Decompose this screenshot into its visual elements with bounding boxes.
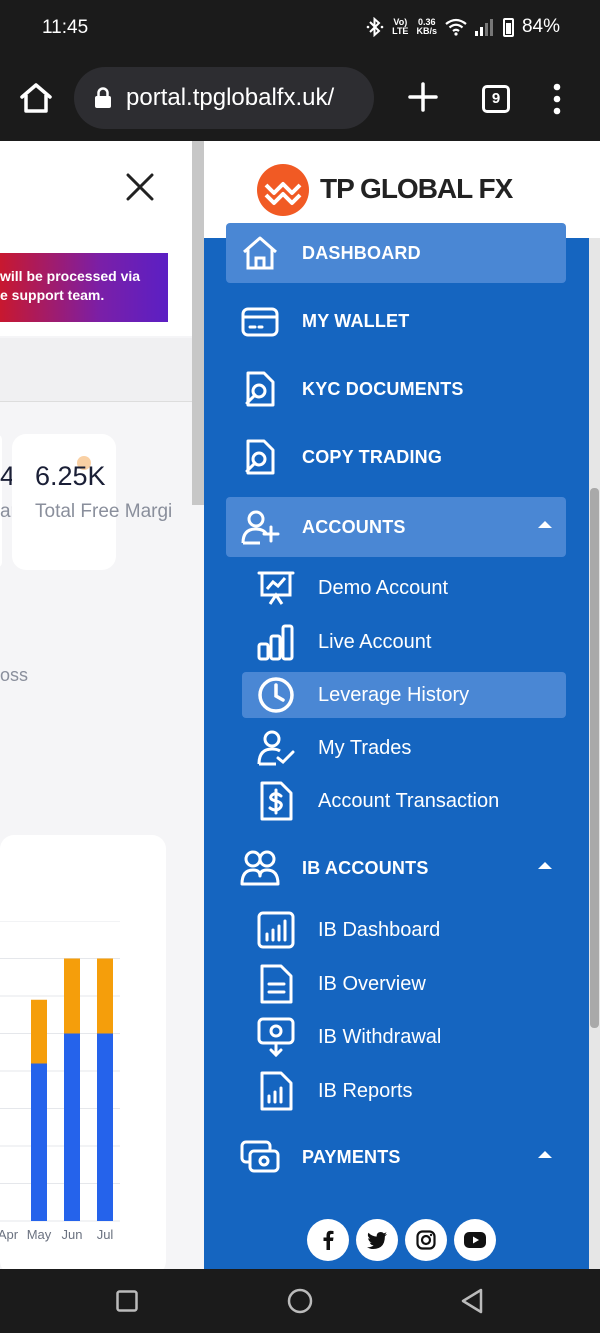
wallet-icon [241,307,279,337]
loss-label: oss [0,665,29,685]
address-bar[interactable]: portal.tpglobalfx.uk/ [74,67,374,129]
tab-switcher-button[interactable]: 9 [482,85,510,113]
sub-ib-overview[interactable]: IB Overview [242,961,566,1007]
nav-kyc-documents[interactable]: KYC DOCUMENTS [226,359,566,419]
twitter-icon[interactable] [356,1219,398,1261]
chevron-up-icon [538,862,552,869]
logo-icon [257,164,309,216]
facebook-icon[interactable] [307,1219,349,1261]
report-icon [260,1071,293,1111]
document-search-icon [245,439,275,475]
bar-chart-icon [257,624,294,661]
close-icon[interactable] [124,171,156,203]
document-search-icon [245,371,275,407]
chart-bar-jul-1 [97,958,113,1034]
user-check-icon [257,730,295,766]
status-bar: 11:45 Vo) LTE 0.36 KB/s 84% [0,0,600,56]
nav-payments[interactable]: PAYMENTS [226,1127,566,1187]
withdraw-icon [257,1017,295,1057]
chart-tick-label: Apr [0,1227,19,1242]
scrollbar-thumb[interactable] [590,488,599,1028]
modal-panel: will be processed via e support team. [0,141,192,336]
home-nav-icon[interactable] [287,1288,313,1314]
wifi-icon [445,18,467,36]
nav-ib-accounts[interactable]: IB ACCOUNTS [226,838,566,898]
chevron-up-icon [538,521,552,528]
bar-chart: Apr May Jun Jul [0,921,120,1242]
youtube-icon[interactable] [454,1219,496,1261]
url-text: portal.tpglobalfx.uk/ [126,84,335,111]
volte-indicator: Vo) LTE [392,17,409,36]
sub-account-transaction[interactable]: Account Transaction [242,778,566,824]
chart-bar-jul-0 [97,1033,113,1221]
background-page: will be processed via e support team. 4 … [0,141,204,1269]
system-nav-bar [0,1269,600,1333]
sidebar: TP GLOBAL FX DASHBOARD MY WALLET KYC DOC… [204,141,600,1269]
nav-my-wallet[interactable]: MY WALLET [226,291,566,351]
payments-icon [240,1140,280,1173]
sub-ib-dashboard[interactable]: IB Dashboard [242,907,566,953]
stat-label: Total Free Margi [35,501,173,522]
clock-icon [258,677,294,713]
sub-ib-withdrawal[interactable]: IB Withdrawal [242,1014,566,1060]
browser-toolbar: portal.tpglobalfx.uk/ 9 [0,56,600,141]
chart-bar-may-0 [31,1063,47,1221]
network-speed: 0.36 KB/s [416,17,437,36]
recent-apps-icon[interactable] [116,1290,138,1312]
users-icon [240,850,280,886]
document-icon [260,964,293,1004]
status-icons: Vo) LTE 0.36 KB/s 84% [366,16,560,38]
new-tab-icon[interactable] [406,80,440,114]
chart-tick-label: May [27,1227,52,1242]
page-scrollbar [192,141,204,505]
page-strip [0,338,192,402]
sub-live-account[interactable]: Live Account [242,619,566,665]
home-icon [243,236,277,270]
chart-tick-label: Jul [97,1227,114,1242]
status-time: 11:45 [42,17,89,38]
notice-banner: will be processed via e support team. [0,253,168,322]
more-options-icon[interactable] [545,82,569,116]
battery-icon [502,17,514,37]
chevron-up-icon [538,1151,552,1158]
stat-value: 6.25K [35,461,106,491]
add-user-icon [241,510,280,545]
bluetooth-icon [366,17,384,37]
instagram-icon[interactable] [405,1219,447,1261]
chart-bar-may-1 [31,999,47,1064]
lock-icon [95,87,111,108]
sub-leverage-history[interactable]: Leverage History [242,672,566,718]
signal-icon [474,19,493,36]
chart-tick-label: Jun [62,1227,83,1242]
sub-ib-reports[interactable]: IB Reports [242,1068,566,1114]
chart-board-icon [257,911,295,949]
chart-bar-jun-0 [64,1033,80,1221]
sidebar-scrollbar[interactable] [589,238,600,1269]
presentation-chart-icon [257,571,295,605]
battery-percent: 84% [521,16,560,37]
back-icon[interactable] [460,1288,484,1314]
chart-bar-jun-1 [64,958,80,1034]
sub-demo-account[interactable]: Demo Account [242,565,566,611]
logo-text: TP GLOBAL FX [320,173,513,204]
sub-my-trades[interactable]: My Trades [242,725,566,771]
dollar-document-icon [260,781,293,821]
nav-copy-trading[interactable]: COPY TRADING [226,427,566,487]
nav-dashboard[interactable]: DASHBOARD [226,223,566,283]
home-icon[interactable] [18,80,54,116]
nav-accounts[interactable]: ACCOUNTS [226,497,566,557]
